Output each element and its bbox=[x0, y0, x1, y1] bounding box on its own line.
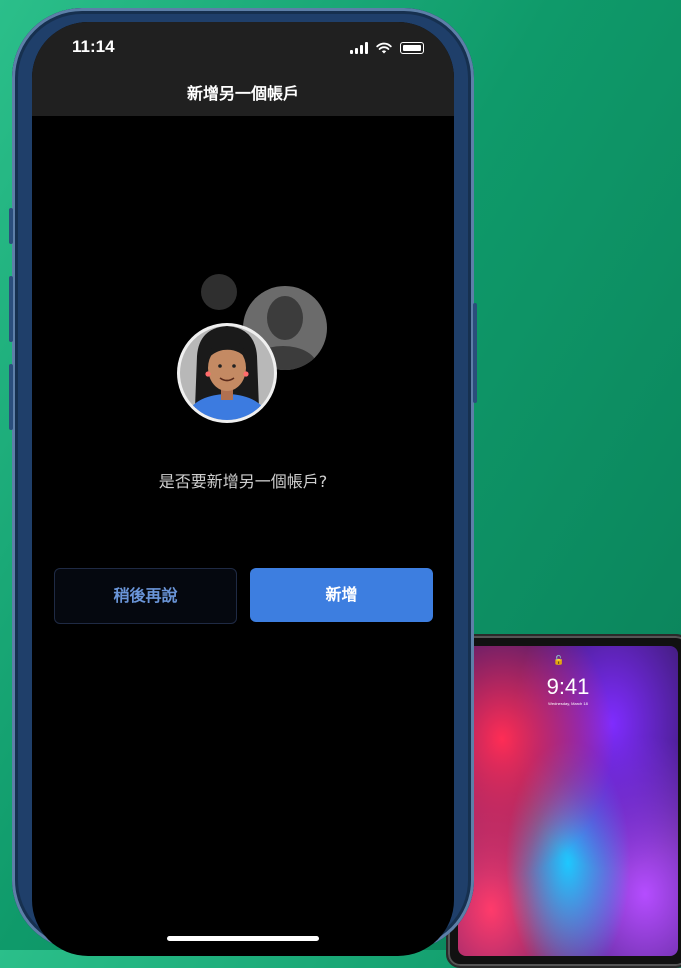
home-indicator[interactable] bbox=[167, 936, 319, 941]
later-button[interactable]: 稍後再說 bbox=[54, 568, 237, 624]
add-button[interactable]: 新增 bbox=[250, 568, 433, 622]
status-bar: 11:14 bbox=[32, 22, 454, 72]
mute-switch bbox=[9, 208, 13, 244]
iphone-device: 11:14 新增另一個帳戶 是否要新增另一個帳戶? 稍後再說 新增 bbox=[9, 8, 477, 956]
woman-avatar-icon bbox=[177, 323, 277, 423]
page-title: 新增另一個帳戶 bbox=[32, 72, 454, 116]
status-icons bbox=[350, 42, 424, 54]
lock-icon: 🔓 bbox=[553, 656, 565, 666]
ipad-screen: 🔓 9:41 Wednesday, March 18 bbox=[458, 646, 678, 956]
ipad-date: Wednesday, March 18 bbox=[548, 701, 588, 706]
ipad-device: 🔓 9:41 Wednesday, March 18 bbox=[446, 634, 681, 968]
phone-screen: 11:14 新增另一個帳戶 是否要新增另一個帳戶? 稍後再說 新增 bbox=[32, 22, 454, 956]
status-time: 11:14 bbox=[72, 37, 115, 56]
volume-up-button bbox=[9, 276, 13, 342]
cellular-signal-icon bbox=[350, 42, 368, 54]
add-account-question: 是否要新增另一個帳戶? bbox=[158, 472, 328, 491]
battery-icon bbox=[400, 42, 424, 54]
volume-down-button bbox=[9, 364, 13, 430]
accounts-illustration bbox=[177, 274, 327, 423]
small-circle-icon bbox=[201, 274, 237, 310]
ipad-clock: 9:41 bbox=[546, 674, 590, 699]
power-button bbox=[473, 303, 477, 403]
wifi-icon bbox=[376, 42, 392, 54]
